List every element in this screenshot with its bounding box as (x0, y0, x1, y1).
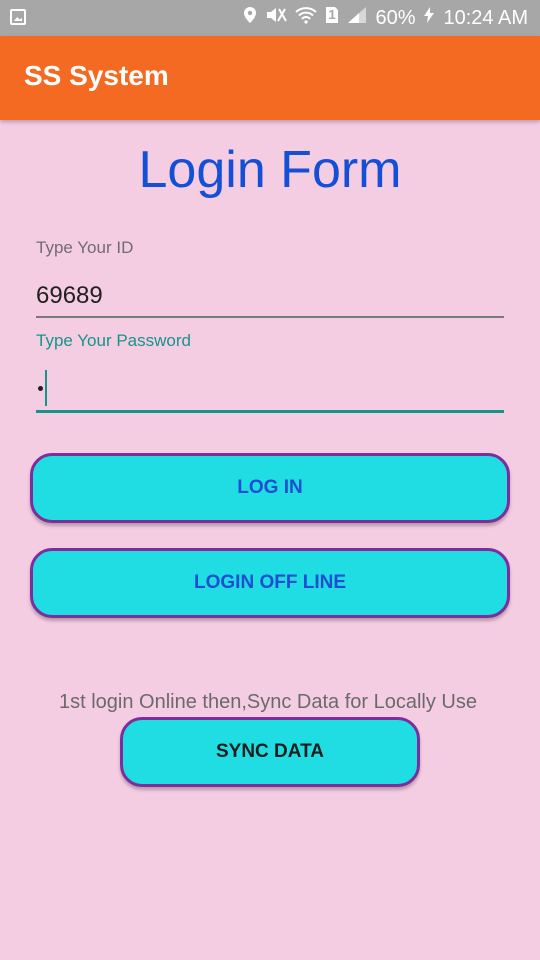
id-field-value: 69689 (36, 282, 103, 309)
status-bar: 1 60% 10:24 AM (0, 0, 540, 36)
sim-icon: 1 (325, 6, 339, 30)
battery-percent: 60% (375, 6, 416, 29)
location-pin-icon (243, 6, 257, 30)
id-field-label: Type Your ID (36, 238, 134, 257)
sync-instruction-text: 1st login Online then,Sync Data for Loca… (59, 691, 477, 713)
clock: 10:24 AM (443, 6, 528, 29)
mute-icon (265, 6, 288, 30)
password-field-label: Type Your Password (36, 331, 191, 350)
app-bar: SS System (0, 36, 540, 120)
wifi-icon (295, 6, 318, 30)
password-field[interactable] (36, 368, 504, 413)
signal-icon (347, 6, 367, 30)
app-title: SS System (24, 60, 169, 91)
login-offline-button[interactable]: LOGIN OFF LINE (30, 548, 510, 618)
sync-data-button[interactable]: SYNC DATA (120, 717, 420, 787)
password-mask-dot (38, 386, 43, 391)
login-button[interactable]: LOG IN (30, 453, 510, 523)
status-icons: 1 60% 10:24 AM (243, 0, 528, 36)
page-title: Login Form (138, 141, 402, 199)
id-field[interactable]: 69689 (36, 276, 504, 318)
charging-bolt-icon (423, 6, 435, 30)
sim-slot-number: 1 (328, 7, 336, 22)
gallery-icon (10, 9, 26, 25)
text-cursor (45, 370, 47, 406)
